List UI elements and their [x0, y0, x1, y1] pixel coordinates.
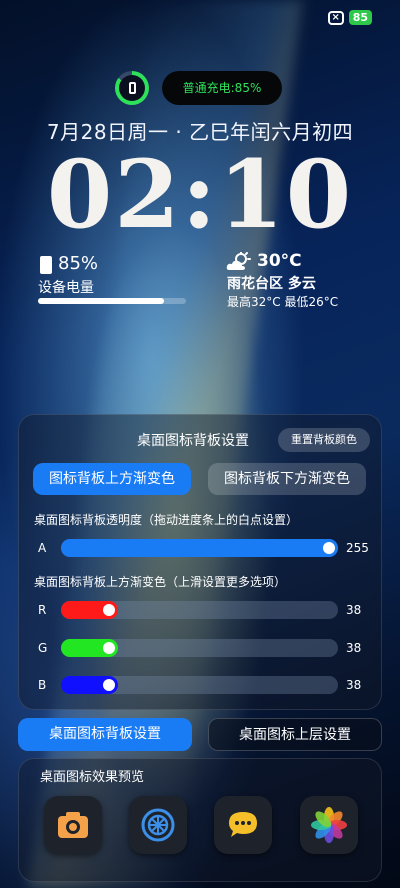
- partly-cloudy-icon: [226, 252, 251, 270]
- battery-indicator: 85: [348, 10, 372, 25]
- red-value: 38: [346, 603, 362, 617]
- red-slider-knob[interactable]: [102, 604, 115, 616]
- blue-value: 38: [346, 678, 362, 692]
- photos-icon[interactable]: [300, 796, 358, 854]
- tab-foreground-settings[interactable]: 桌面图标上层设置: [208, 718, 382, 751]
- slider-label-g: G: [38, 641, 48, 655]
- alpha-slider[interactable]: [61, 539, 338, 557]
- battery-icon: [40, 256, 52, 274]
- blue-slider-knob[interactable]: [102, 679, 115, 691]
- phone-icon: [129, 82, 136, 94]
- opacity-section-label: 桌面图标背板透明度（拖动进度条上的白点设置）: [34, 513, 299, 527]
- charging-ring-icon: [115, 71, 149, 105]
- green-value: 38: [346, 641, 362, 655]
- gradient-section-label: 桌面图标背板上方渐变色（上滑设置更多选项）: [34, 575, 287, 589]
- battery-label: 设备电量: [38, 280, 94, 296]
- alpha-slider-fill: [61, 539, 338, 557]
- alpha-value: 255: [346, 541, 369, 555]
- lockscreen-time: 02:10: [46, 140, 354, 250]
- temperature-range: 最高32°C 最低26°C: [227, 295, 339, 309]
- battery-bar-fill: [38, 298, 164, 304]
- slider-label-a: A: [38, 541, 47, 555]
- panel-title: 桌面图标背板设置: [137, 433, 249, 449]
- blue-slider[interactable]: [61, 676, 338, 694]
- tab-top-gradient[interactable]: 图标背板上方渐变色: [33, 463, 191, 495]
- slider-label-b: B: [38, 678, 47, 692]
- green-slider[interactable]: [61, 639, 338, 657]
- alpha-slider-knob[interactable]: [323, 542, 335, 554]
- status-bar: × 85: [327, 10, 372, 25]
- temperature: 30°C: [257, 251, 302, 271]
- charging-status: 普通充电:85%: [162, 71, 282, 105]
- backplate-settings-panel: [18, 414, 382, 710]
- messages-icon[interactable]: [214, 796, 272, 854]
- close-badge-icon: ×: [327, 10, 344, 25]
- tab-backplate-settings[interactable]: 桌面图标背板设置: [18, 718, 192, 751]
- red-slider[interactable]: [61, 601, 338, 619]
- tab-bottom-gradient[interactable]: 图标背板下方渐变色: [208, 463, 366, 495]
- battery-bar: [38, 298, 186, 304]
- green-slider-knob[interactable]: [102, 642, 115, 654]
- slider-label-r: R: [38, 603, 47, 617]
- reset-color-button[interactable]: 重置背板颜色: [278, 428, 370, 452]
- settings-icon[interactable]: [129, 796, 187, 854]
- preview-title: 桌面图标效果预览: [40, 770, 145, 785]
- weather-location: 雨花台区 多云: [227, 276, 316, 292]
- camera-icon[interactable]: [44, 796, 102, 854]
- battery-percent: 85%: [58, 253, 99, 274]
